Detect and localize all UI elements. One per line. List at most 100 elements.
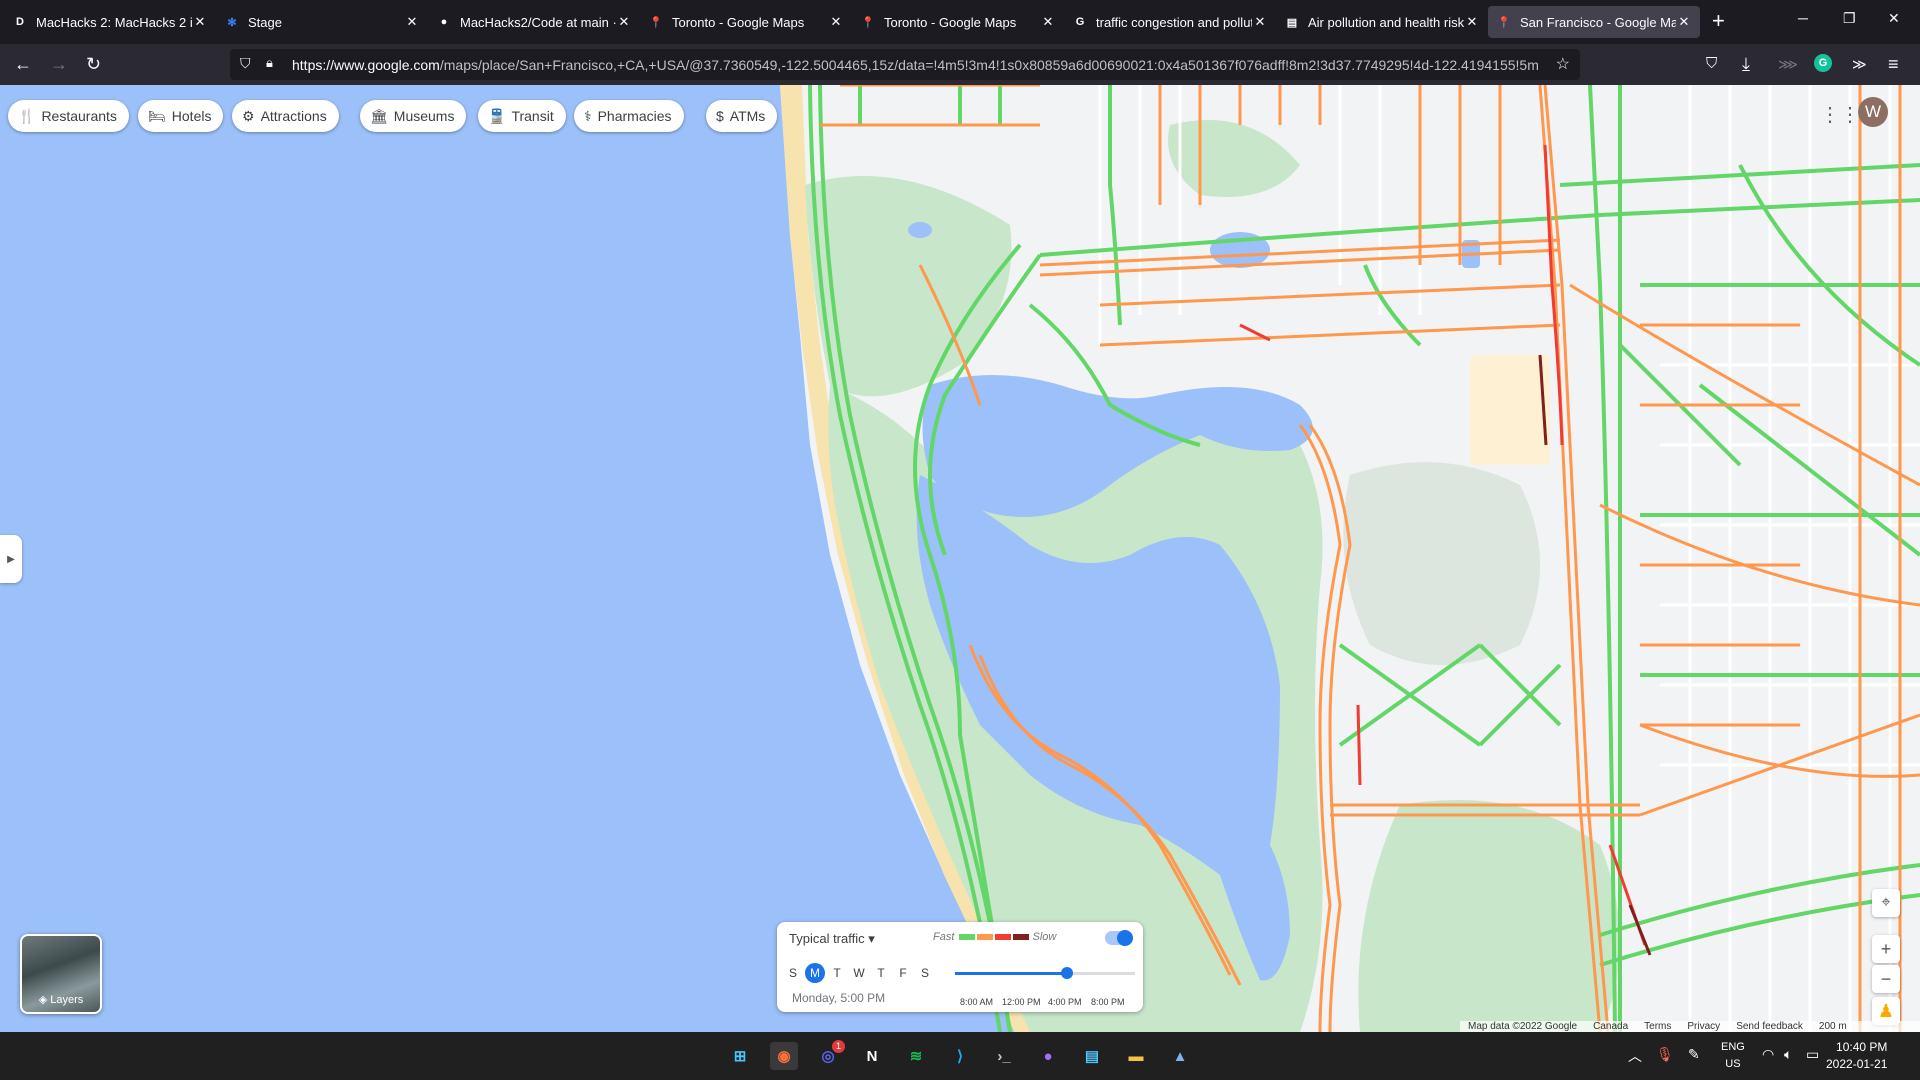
day-button[interactable]: F [893, 963, 913, 983]
grammarly-icon[interactable]: G [1814, 54, 1832, 72]
reader-icon[interactable]: ⋙ [1778, 54, 1798, 74]
terminal-icon[interactable]: ›_ [990, 1042, 1018, 1070]
time-slider-fill [955, 972, 1067, 975]
my-location-button[interactable]: ⌖ [1872, 889, 1900, 917]
restore-icon[interactable]: ❐ [1843, 10, 1856, 27]
day-button[interactable]: T [871, 963, 891, 983]
category-chip-hotels[interactable]: 🛏 Hotels [138, 100, 224, 132]
clock-date: 2022-01-21 [1826, 1057, 1888, 1071]
lock-icon[interactable]: 🔒︎ [266, 55, 273, 71]
wifi-icon[interactable]: ◠ [1762, 1046, 1774, 1063]
spotify-icon[interactable]: ≋ [902, 1042, 930, 1070]
stage-icon: ✻ [227, 16, 237, 29]
language-indicator[interactable]: ENG US [1721, 1039, 1745, 1073]
url-path: /maps/place/San+Francisco,+CA,+USA/@37.7… [439, 56, 1539, 73]
transit-icon: 🚆 [488, 107, 506, 124]
day-button[interactable]: T [827, 963, 847, 983]
hotel-icon: 🛏 [148, 107, 166, 124]
shield-icon[interactable]: ⛉ [240, 55, 251, 72]
back-icon[interactable]: ← [14, 54, 32, 74]
traffic-mode-dropdown[interactable]: Typical traffic ▾ [789, 931, 875, 947]
day-button[interactable]: S [783, 963, 803, 983]
map-footer-item[interactable]: Canada [1593, 1021, 1628, 1032]
pen-icon[interactable]: ✎ [1688, 1046, 1700, 1063]
zoom-in-button[interactable]: + [1872, 935, 1900, 963]
browser-tab[interactable]: D MacHacks 2: MacHacks 2 is M✕ [4, 6, 216, 38]
chevron-up-icon[interactable]: ︿ [1628, 1046, 1642, 1066]
close-tab-icon[interactable]: ✕ [192, 14, 208, 30]
browser-tab[interactable]: 📍 San Francisco - Google Maps ✕ [1488, 6, 1700, 38]
firefox-icon[interactable]: ◉ [770, 1042, 798, 1070]
url-bar[interactable]: ⛉ 🔒︎ https://www.google.com/maps/place/S… [230, 49, 1580, 80]
minimize-icon[interactable]: ─ [1798, 10, 1808, 26]
category-chip-restaurants[interactable]: 🍴 Restaurants [8, 100, 129, 132]
close-tab-icon[interactable]: ✕ [828, 14, 844, 30]
time-slider-handle[interactable] [1060, 967, 1073, 979]
menu-icon[interactable]: ≡ [1888, 54, 1899, 74]
url-text[interactable]: https://www.google.com/maps/place/San+Fr… [292, 57, 1542, 73]
pocket-icon[interactable]: ⛉ [1706, 54, 1717, 74]
volume-icon[interactable]: 🔈︎ [1784, 1046, 1792, 1063]
time-slider[interactable] [955, 967, 1135, 979]
github-desktop-icon[interactable]: ● [1034, 1042, 1062, 1070]
browser-tab[interactable]: 📍 Toronto - Google Maps ✕ [640, 6, 852, 38]
time-tick-label: 8:00 PM [1091, 997, 1125, 1007]
map-canvas[interactable]: 🍴 Restaurants 🛏 Hotels ⚙ Attractions 🏛 Museums 🚆… [0, 85, 1920, 1032]
day-button[interactable]: S [915, 963, 935, 983]
traffic-legend: Fast Slow [933, 931, 1056, 943]
category-chip-pharmacies[interactable]: ⚕ Pharmacies [574, 100, 684, 132]
location-icon: ⌖ [1881, 894, 1891, 911]
expand-side-panel-button[interactable]: ▶ [0, 535, 22, 583]
close-tab-icon[interactable]: ✕ [1252, 14, 1268, 30]
time-tick-label: 4:00 PM [1048, 997, 1082, 1007]
close-tab-icon[interactable]: ✕ [1676, 14, 1692, 30]
time-tick-label: 12:00 PM [1002, 997, 1041, 1007]
map-footer-item[interactable]: Privacy [1687, 1021, 1720, 1032]
photos-icon[interactable]: ▲ [1166, 1042, 1194, 1070]
clock-time: 10:40 PM [1836, 1040, 1888, 1054]
restaurant-icon: 🍴 [18, 107, 36, 124]
browser-tab[interactable]: Gtraffic congestion and polluti ✕ [1064, 6, 1276, 38]
close-tab-icon[interactable]: ✕ [616, 14, 632, 30]
notepad-icon[interactable]: ▤ [1078, 1042, 1106, 1070]
traffic-toggle[interactable] [1105, 930, 1133, 946]
windows-start-icon[interactable]: ⊞ [726, 1042, 754, 1070]
tab-title: MacHacks2/Code at main · dc [460, 14, 616, 30]
category-chip-museums[interactable]: 🏛 Museums [360, 100, 467, 132]
system-clock[interactable]: 10:40 PM 2022-01-21 [1826, 1039, 1887, 1073]
day-button[interactable]: M [805, 963, 825, 983]
url-domain: https://www.google.com [292, 56, 440, 73]
traffic-mode-label: Typical traffic [789, 931, 865, 946]
category-chip-attractions[interactable]: ⚙ Attractions [232, 100, 339, 132]
bookmark-star-icon[interactable]: ☆ [1556, 54, 1570, 74]
browser-tab[interactable]: ✻ Stage ✕ [216, 6, 428, 38]
category-chip-transit[interactable]: 🚆 Transit [478, 100, 566, 132]
browser-tab[interactable]: ● MacHacks2/Code at main · dc✕ [428, 6, 640, 38]
extensions-overflow-icon[interactable]: ≫ [1852, 54, 1867, 74]
notion-icon[interactable]: N [858, 1042, 886, 1070]
close-tab-icon[interactable]: ✕ [1040, 14, 1056, 30]
region-code: US [1725, 1058, 1741, 1070]
map-footer-item[interactable]: Terms [1644, 1021, 1671, 1032]
layers-button[interactable]: ◈ Layers [20, 934, 102, 1014]
close-window-icon[interactable]: ✕ [1888, 10, 1900, 27]
battery-icon[interactable]: ▭ [1806, 1046, 1819, 1063]
map-footer-item[interactable]: Send feedback [1736, 1021, 1803, 1032]
category-chip-atms[interactable]: $ ATMs [706, 100, 778, 132]
account-avatar[interactable]: W [1858, 97, 1888, 127]
zoom-out-button[interactable]: − [1872, 965, 1900, 993]
new-tab-button[interactable]: + [1712, 10, 1725, 32]
legend-fast-label: Fast [933, 931, 955, 943]
file-explorer-icon[interactable]: ▬ [1122, 1042, 1150, 1070]
close-tab-icon[interactable]: ✕ [1464, 14, 1480, 30]
legend-swatch-medium [977, 934, 994, 940]
forward-icon[interactable]: → [50, 54, 68, 74]
browser-tab[interactable]: ▤ Air pollution and health risks ✕ [1276, 6, 1488, 38]
close-tab-icon[interactable]: ✕ [404, 14, 420, 30]
browser-tab[interactable]: 📍 Toronto - Google Maps ✕ [852, 6, 1064, 38]
vscode-icon[interactable]: ⟩ [946, 1042, 974, 1070]
microphone-icon[interactable]: 🎙︎ [1656, 1046, 1674, 1063]
reload-icon[interactable]: ↻ [86, 54, 101, 74]
day-button[interactable]: W [849, 963, 869, 983]
downloads-icon[interactable]: ⤓ [1742, 54, 1750, 74]
